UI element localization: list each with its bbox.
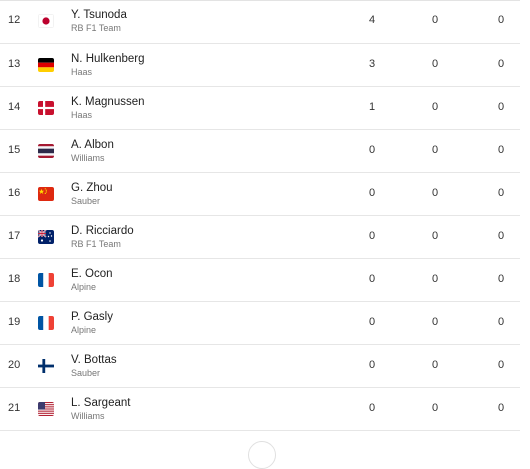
team-name: Alpine xyxy=(71,325,97,335)
denmark-flag-icon xyxy=(38,101,54,115)
driver-name[interactable]: N. Hulkenberg xyxy=(71,53,145,66)
position: 13 xyxy=(8,58,21,70)
stat-value: 1 xyxy=(368,101,376,113)
position: 17 xyxy=(8,230,21,242)
driver-cell: K. Magnussen Haas xyxy=(71,96,145,121)
stat-value: 0 xyxy=(497,101,505,113)
team-name: RB F1 Team xyxy=(71,23,121,33)
stat-value: 0 xyxy=(497,273,505,285)
driver-cell: L. Sargeant Williams xyxy=(71,397,130,422)
table-row[interactable]: 18 E. Ocon Alpine 0 0 0 xyxy=(0,259,520,302)
team-name: Williams xyxy=(71,411,105,421)
driver-cell: G. Zhou Sauber xyxy=(71,182,113,207)
driver-cell: A. Albon Williams xyxy=(71,139,114,164)
position: 14 xyxy=(8,101,21,113)
stat-value: 0 xyxy=(368,187,376,199)
stat-value: 0 xyxy=(431,144,439,156)
stat-value: 0 xyxy=(497,230,505,242)
stat-value: 0 xyxy=(431,273,439,285)
driver-name[interactable]: D. Ricciardo xyxy=(71,225,134,238)
driver-cell: Y. Tsunoda RB F1 Team xyxy=(71,9,127,34)
table-row[interactable]: 16 G. Zhou Sauber 0 0 0 xyxy=(0,173,520,216)
stat-value: 0 xyxy=(368,402,376,414)
driver-name[interactable]: E. Ocon xyxy=(71,268,113,281)
australia-flag-icon xyxy=(38,230,54,244)
team-name: Alpine xyxy=(71,282,97,292)
stat-value: 3 xyxy=(368,58,376,70)
driver-name[interactable]: G. Zhou xyxy=(71,182,113,195)
team-name: Haas xyxy=(71,110,93,120)
driver-standings-table: 12 Y. Tsunoda RB F1 Team 4 0 0 13 N. Hul… xyxy=(0,0,530,431)
position: 12 xyxy=(8,14,21,26)
driver-cell: V. Bottas Sauber xyxy=(71,354,117,379)
stat-value: 0 xyxy=(497,359,505,371)
stat-value: 0 xyxy=(431,359,439,371)
france-flag-icon xyxy=(38,273,54,287)
germany-flag-icon xyxy=(38,58,54,72)
stat-value: 4 xyxy=(368,14,376,26)
driver-name[interactable]: L. Sargeant xyxy=(71,397,130,410)
table-row[interactable]: 12 Y. Tsunoda RB F1 Team 4 0 0 xyxy=(0,0,520,44)
driver-cell: P. Gasly Alpine xyxy=(71,311,113,336)
stat-value: 0 xyxy=(431,402,439,414)
stat-value: 0 xyxy=(368,273,376,285)
driver-cell: E. Ocon Alpine xyxy=(71,268,113,293)
stat-value: 0 xyxy=(497,187,505,199)
stat-value: 0 xyxy=(497,14,505,26)
team-name: Williams xyxy=(71,153,105,163)
finland-flag-icon xyxy=(38,359,54,373)
table-row[interactable]: 19 P. Gasly Alpine 0 0 0 xyxy=(0,302,520,345)
position: 18 xyxy=(8,273,21,285)
team-name: Haas xyxy=(71,67,93,77)
table-row[interactable]: 17 D. Ricciardo RB F1 Team 0 0 0 xyxy=(0,216,520,259)
stat-value: 0 xyxy=(368,359,376,371)
china-flag-icon xyxy=(38,187,54,201)
table-row[interactable]: 13 N. Hulkenberg Haas 3 0 0 xyxy=(0,44,520,87)
team-name: RB F1 Team xyxy=(71,239,121,249)
stat-value: 0 xyxy=(431,187,439,199)
stat-value: 0 xyxy=(431,230,439,242)
driver-name[interactable]: P. Gasly xyxy=(71,311,113,324)
thailand-flag-icon xyxy=(38,144,54,158)
table-row[interactable]: 14 K. Magnussen Haas 1 0 0 xyxy=(0,87,520,130)
usa-flag-icon xyxy=(38,402,54,416)
position: 16 xyxy=(8,187,21,199)
driver-name[interactable]: Y. Tsunoda xyxy=(71,9,127,22)
japan-flag-icon xyxy=(38,14,54,28)
stat-value: 0 xyxy=(368,316,376,328)
driver-cell: D. Ricciardo RB F1 Team xyxy=(71,225,134,250)
team-name: Sauber xyxy=(71,368,101,378)
stat-value: 0 xyxy=(497,144,505,156)
stat-value: 0 xyxy=(497,316,505,328)
driver-name[interactable]: V. Bottas xyxy=(71,354,117,367)
driver-name[interactable]: K. Magnussen xyxy=(71,96,145,109)
stat-value: 0 xyxy=(497,58,505,70)
france-flag-icon xyxy=(38,316,54,330)
stat-value: 0 xyxy=(431,101,439,113)
position: 20 xyxy=(8,359,21,371)
driver-name[interactable]: A. Albon xyxy=(71,139,114,152)
scroll-up-button[interactable] xyxy=(248,441,276,469)
stat-value: 0 xyxy=(368,144,376,156)
position: 21 xyxy=(8,402,21,414)
stat-value: 0 xyxy=(497,402,505,414)
stat-value: 0 xyxy=(431,316,439,328)
driver-cell: N. Hulkenberg Haas xyxy=(71,53,145,78)
table-row[interactable]: 21 L. Sargeant Williams 0 0 0 xyxy=(0,388,520,431)
team-name: Sauber xyxy=(71,196,101,206)
position: 15 xyxy=(8,144,21,156)
stat-value: 0 xyxy=(431,58,439,70)
stat-value: 0 xyxy=(431,14,439,26)
stat-value: 0 xyxy=(368,230,376,242)
position: 19 xyxy=(8,316,21,328)
table-row[interactable]: 15 A. Albon Williams 0 0 0 xyxy=(0,130,520,173)
table-row[interactable]: 20 V. Bottas Sauber 0 0 0 xyxy=(0,345,520,388)
